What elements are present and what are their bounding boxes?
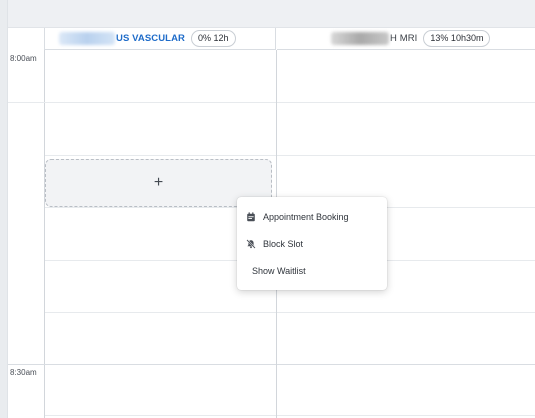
- redacted-text: [59, 32, 115, 45]
- time-label-800: 8:00am: [10, 54, 37, 63]
- calendar-icon: [246, 211, 256, 222]
- resource-name: US VASCULAR: [116, 33, 186, 44]
- slot-context-menu: Appointment Booking Block Slot Show Wait…: [237, 197, 387, 290]
- resource-header-mri[interactable]: H MRI 13% 10h30m: [277, 28, 535, 50]
- resource-name: H MRI: [390, 33, 418, 44]
- resource-header-us-vascular[interactable]: US VASCULAR 0% 12h: [45, 28, 276, 50]
- left-rail: [0, 0, 8, 418]
- toolbar-strip: [0, 0, 535, 28]
- menu-item-block-slot[interactable]: Block Slot: [237, 230, 387, 257]
- scheduler-calendar: US VASCULAR 0% 12h H MRI 13% 10h30m 8:00…: [0, 0, 535, 418]
- menu-item-show-waitlist[interactable]: Show Waitlist: [237, 257, 387, 284]
- plus-icon[interactable]: +: [154, 175, 163, 191]
- menu-item-label: Show Waitlist: [252, 265, 306, 276]
- time-label-830: 8:30am: [10, 368, 37, 377]
- menu-item-label: Appointment Booking: [263, 211, 349, 222]
- utilization-badge: 0% 12h: [191, 30, 236, 47]
- utilization-badge: 13% 10h30m: [423, 30, 491, 47]
- menu-item-label: Block Slot: [263, 238, 304, 249]
- redacted-text: [331, 32, 389, 45]
- bell-off-icon: [246, 238, 256, 249]
- time-column-header: [8, 28, 45, 50]
- time-column: 8:00am 8:30am: [8, 50, 45, 418]
- menu-item-appointment-booking[interactable]: Appointment Booking: [237, 203, 387, 230]
